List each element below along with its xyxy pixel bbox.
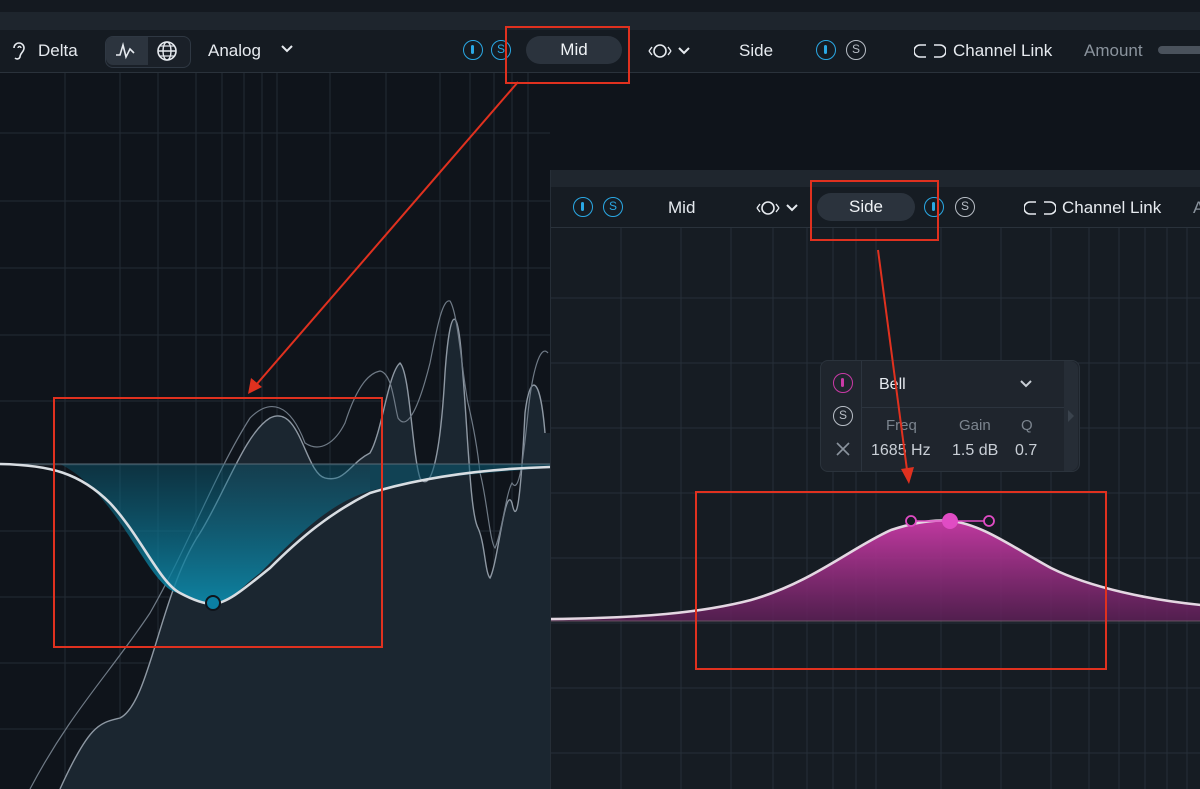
popup-expand-icon[interactable] bbox=[1066, 408, 1076, 424]
freq-label: Freq bbox=[886, 417, 917, 434]
popup-side-handle[interactable] bbox=[1064, 361, 1078, 471]
freq-value[interactable]: 1685 Hz bbox=[871, 442, 931, 460]
side-channel-link-label[interactable]: Channel Link bbox=[1062, 198, 1161, 218]
side-stereo-link-icon[interactable] bbox=[753, 198, 801, 218]
side-panel: S Mid Side S Channel Link A bbox=[550, 170, 1200, 789]
shape-chevron-down-icon[interactable] bbox=[1019, 379, 1033, 389]
band-delete-icon[interactable] bbox=[835, 441, 851, 457]
curve-view-icon[interactable] bbox=[114, 41, 140, 61]
side-mid-solo-icon[interactable]: S bbox=[603, 197, 623, 217]
link-icon[interactable] bbox=[914, 42, 946, 60]
delta-label[interactable]: Delta bbox=[38, 41, 78, 61]
amount-slider[interactable] bbox=[1158, 46, 1200, 54]
annotation-box-mid-tab bbox=[505, 26, 630, 84]
band-enable-icon[interactable] bbox=[833, 373, 853, 393]
mid-select-icon[interactable] bbox=[463, 40, 483, 60]
side-select-icon[interactable] bbox=[816, 40, 836, 60]
globe-icon[interactable] bbox=[155, 39, 179, 63]
chevron-down-icon[interactable] bbox=[280, 44, 294, 54]
band-solo-icon[interactable]: S bbox=[833, 406, 853, 426]
ear-icon[interactable] bbox=[10, 39, 28, 61]
side-mid-tab[interactable]: Mid bbox=[668, 198, 695, 218]
side-tab[interactable]: Side bbox=[739, 41, 773, 61]
amount-label: Amount bbox=[1084, 41, 1143, 60]
side-mid-select-icon[interactable] bbox=[573, 197, 593, 217]
band-popup: S Bell Freq Gain Q 1685 Hz 1.5 dB 0.7 bbox=[820, 360, 1080, 472]
q-value[interactable]: 0.7 bbox=[1015, 442, 1037, 460]
gain-label: Gain bbox=[959, 417, 991, 434]
side-amount-label-partial: A bbox=[1193, 198, 1200, 217]
side-solo-icon[interactable]: S bbox=[846, 40, 866, 60]
side-link-icon[interactable] bbox=[1024, 199, 1056, 217]
popup-divider bbox=[861, 361, 862, 471]
side-side-solo-icon[interactable]: S bbox=[955, 197, 975, 217]
analog-mode-select[interactable]: Analog bbox=[208, 41, 261, 61]
stereo-link-icon[interactable] bbox=[645, 41, 693, 61]
gain-value[interactable]: 1.5 dB bbox=[952, 442, 998, 460]
annotation-box-side-curve bbox=[695, 491, 1107, 670]
q-label: Q bbox=[1021, 417, 1033, 434]
annotation-box-side-tab bbox=[810, 180, 939, 241]
annotation-box-mid-curve bbox=[53, 397, 383, 648]
band-shape-select[interactable]: Bell bbox=[879, 376, 906, 394]
channel-link-label[interactable]: Channel Link bbox=[953, 41, 1052, 61]
popup-divider-h bbox=[862, 407, 1064, 408]
